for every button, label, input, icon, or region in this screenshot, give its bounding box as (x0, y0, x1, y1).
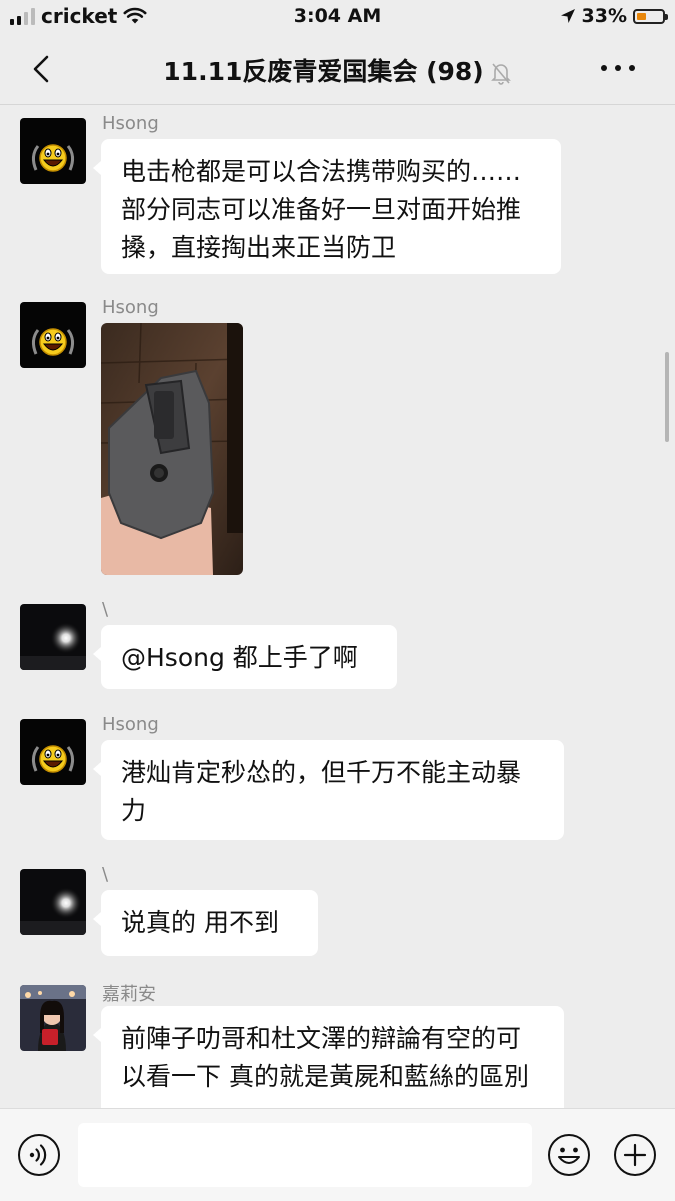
nav-bar: 11.11反废青爱国集会 (98) (0, 34, 675, 105)
night-light-avatar-icon (20, 604, 86, 670)
message-bubble[interactable]: 港灿肯定秒怂的，但千万不能主动暴力 (93, 740, 564, 840)
message-bubble[interactable]: @Hsong 都上手了啊 (93, 625, 397, 689)
person-photo-avatar-icon (20, 985, 86, 1051)
chat-title: 11.11反废青爱国集会 (98) (0, 52, 675, 88)
status-right: 33% (560, 4, 668, 28)
laughing-face-avatar-icon (20, 719, 86, 785)
message-list[interactable]: Hsong 电击枪都是可以合法携带购买的……部分同志可以准备好一旦对面开始推搡，… (0, 105, 675, 1108)
sender-name: Hsong (102, 297, 159, 318)
more-options-button[interactable] (601, 56, 635, 80)
avatar-backslash[interactable] (20, 869, 86, 935)
laughing-face-avatar-icon (20, 118, 86, 184)
battery-icon (633, 8, 668, 24)
bell-slash-icon (490, 63, 511, 85)
input-bar (0, 1108, 675, 1201)
night-light-avatar-icon (20, 869, 86, 935)
battery-percent: 33% (581, 5, 627, 27)
avatar-hsong[interactable] (20, 302, 86, 368)
scrollbar[interactable] (665, 352, 669, 442)
sender-name: Hsong (102, 113, 159, 134)
message-bubble[interactable]: 说真的 用不到 (93, 890, 318, 956)
sender-name: \ (102, 864, 109, 885)
voice-icon[interactable] (17, 1133, 61, 1177)
avatar-jialian[interactable] (20, 985, 86, 1051)
battery-level (637, 12, 647, 20)
sender-name: \ (102, 599, 109, 620)
message-bubble[interactable]: 电击枪都是可以合法携带购买的……部分同志可以准备好一旦对面开始推搡，直接掏出来正… (93, 139, 561, 274)
laughing-face-avatar-icon (20, 302, 86, 368)
avatar-hsong[interactable] (20, 118, 86, 184)
more-dot (629, 65, 635, 71)
more-dot (615, 65, 621, 71)
sender-name: Hsong (102, 714, 159, 735)
chat-title-text: 11.11反废青爱国集会 (98) (163, 57, 484, 86)
holster-image (101, 323, 243, 575)
plus-icon[interactable] (613, 1133, 657, 1177)
emoji-icon[interactable] (547, 1133, 591, 1177)
avatar-hsong[interactable] (20, 719, 86, 785)
holster-photo[interactable] (101, 323, 243, 575)
more-dot (601, 65, 607, 71)
status-bar: cricket 3:04 AM 33% (0, 0, 675, 34)
message-input[interactable] (78, 1123, 532, 1187)
message-bubble[interactable]: 前陣子叻哥和杜文澤的辯論有空的可以看一下 真的就是黃屍和藍絲的區別 (93, 1006, 564, 1108)
sender-name: 嘉莉安 (102, 984, 156, 1005)
location-arrow-icon (560, 9, 575, 23)
avatar-backslash[interactable] (20, 604, 86, 670)
